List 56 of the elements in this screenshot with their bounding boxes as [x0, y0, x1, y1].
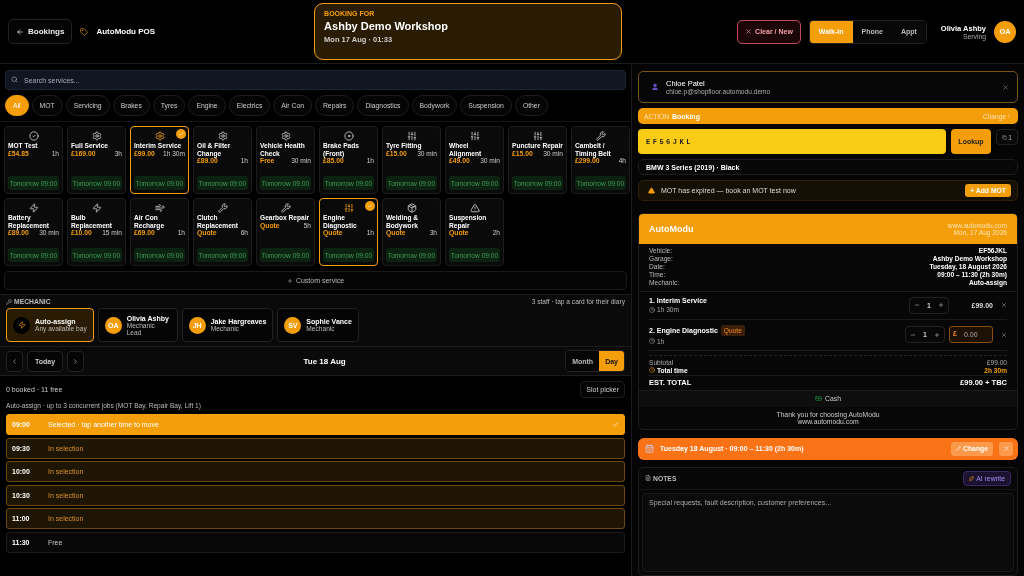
plus-icon: [934, 331, 940, 338]
clock-icon: [649, 367, 655, 374]
arrow-left-icon: [16, 27, 24, 36]
minus-icon: [914, 302, 921, 309]
chevron-left-icon: [11, 357, 18, 365]
sliders-icon: [343, 202, 354, 213]
back-button[interactable]: Bookings: [8, 19, 73, 44]
calendar-date: Tue 18 Aug: [302, 356, 347, 366]
box-icon: [406, 202, 417, 213]
remove-button[interactable]: [1001, 302, 1007, 309]
close-button[interactable]: [999, 441, 1013, 456]
plus-icon: [286, 277, 293, 284]
wrench-icon: [595, 130, 606, 141]
lightning-icon: [91, 202, 102, 213]
clock-icon: [649, 306, 655, 313]
person-icon: [651, 83, 659, 91]
lightning-icon: [28, 202, 39, 213]
sliders-icon: [469, 130, 480, 141]
wrench-icon: [217, 202, 228, 213]
minus-icon: [910, 331, 917, 338]
disc-icon: [343, 130, 354, 141]
sparkle-icon: [969, 475, 975, 481]
warning-icon: [648, 187, 655, 194]
wind-icon: [154, 202, 165, 213]
pencil-icon: [956, 446, 962, 452]
lightning-icon: [13, 316, 30, 334]
calendar-icon: [645, 444, 654, 454]
plus-icon: [938, 302, 944, 309]
receipt-logo: AutoModu: [649, 224, 694, 234]
chevron-right-icon: [1006, 113, 1012, 119]
warning-icon: [469, 202, 480, 213]
banknote-icon: [815, 395, 823, 403]
close-icon: [1002, 445, 1010, 453]
close-icon: [745, 28, 753, 35]
workshop-name: Ashby Demo Workshop: [324, 20, 449, 32]
sliders-icon: [532, 130, 543, 141]
close-icon: [1001, 331, 1007, 338]
clock-icon: [649, 338, 655, 345]
wrench-icon: [6, 298, 12, 305]
close-icon: [1001, 302, 1007, 309]
gear-icon: [280, 130, 291, 141]
close-icon[interactable]: [1002, 83, 1009, 91]
remove-button[interactable]: [1001, 331, 1007, 338]
check-icon: [612, 421, 619, 428]
app-name: AutoModu POS: [96, 27, 156, 36]
search-icon: [11, 76, 18, 83]
document-icon: [645, 475, 651, 482]
wrench-icon: [280, 202, 291, 213]
tag-icon: [80, 27, 89, 36]
copy-icon: [1002, 134, 1008, 140]
gear-icon: [217, 130, 228, 141]
sliders-icon: [406, 130, 417, 141]
check-circle-icon: [28, 130, 39, 141]
gear-icon: [91, 130, 102, 141]
gear-icon: [154, 130, 165, 141]
chevron-right-icon: [72, 357, 80, 365]
